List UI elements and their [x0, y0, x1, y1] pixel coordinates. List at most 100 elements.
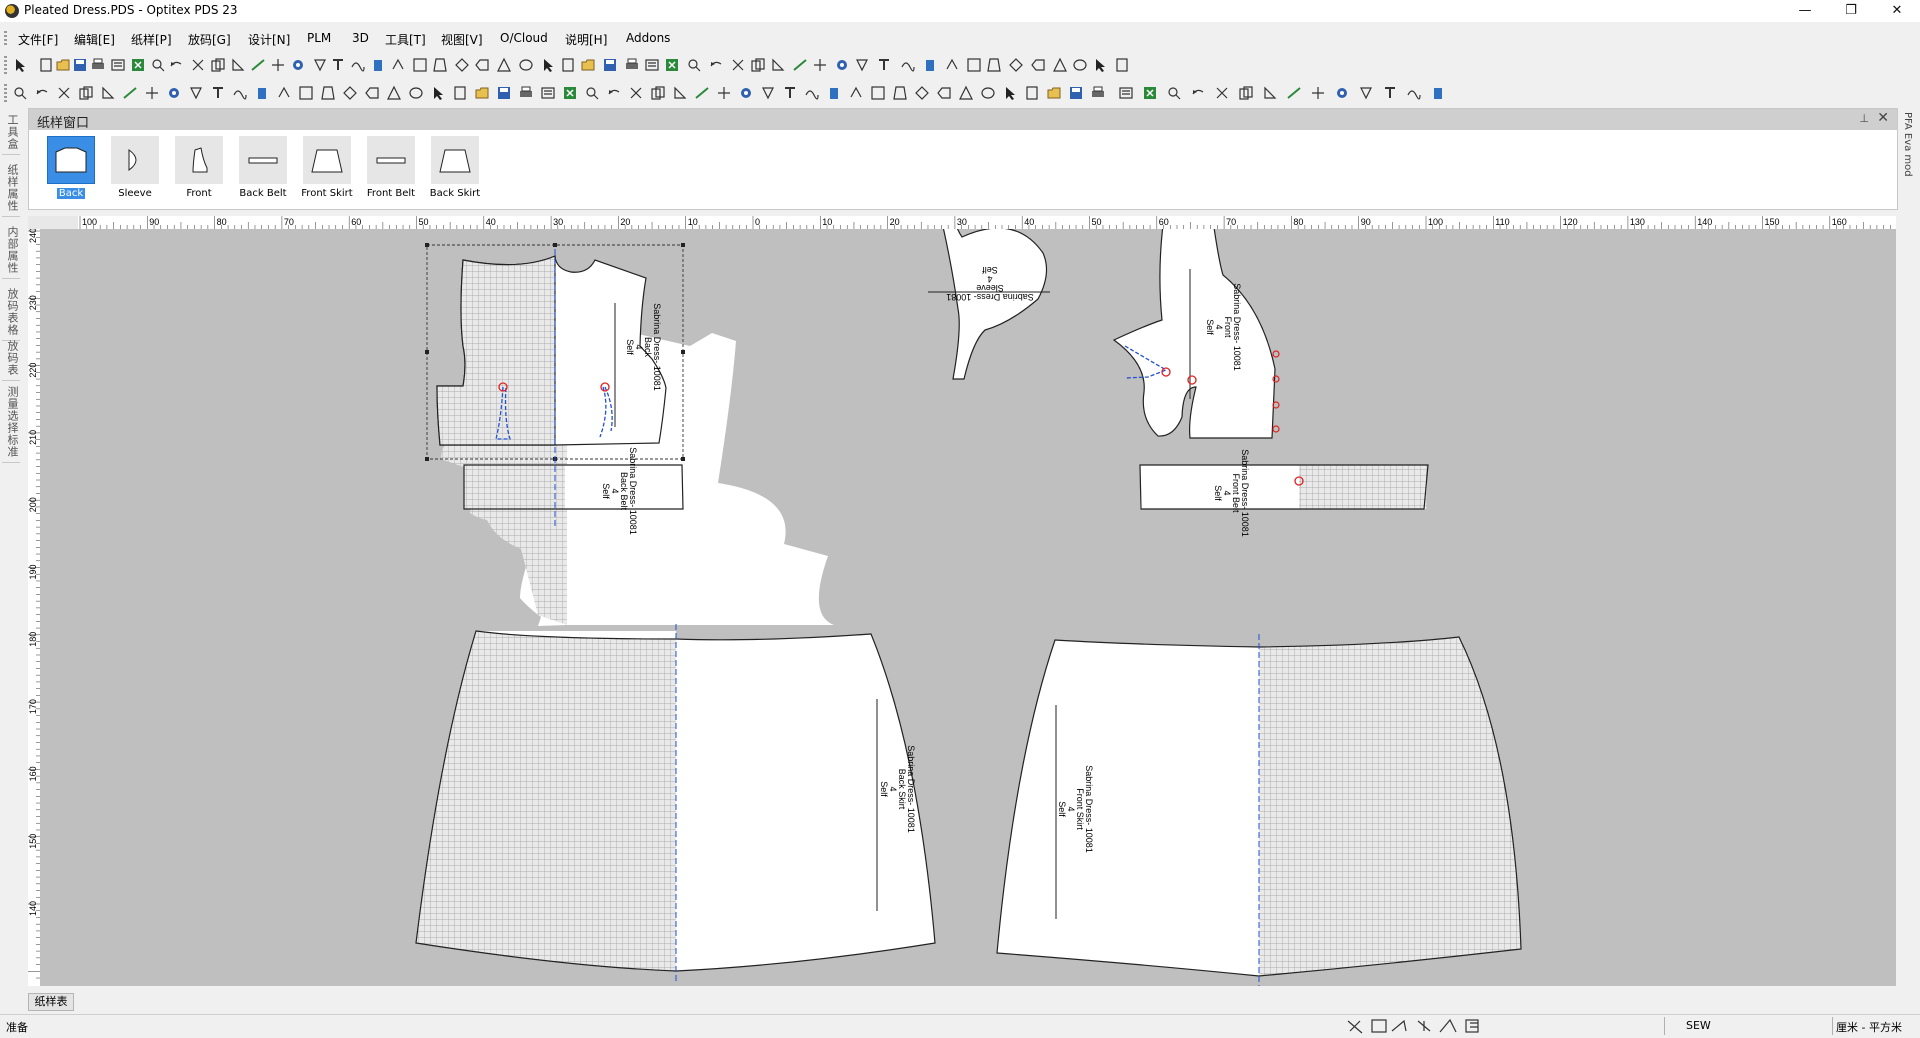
toolbar-2-tool-53-icon[interactable] — [1166, 85, 1182, 101]
toolbar-2-tool-59-icon[interactable] — [1310, 85, 1326, 101]
toolbar-2-tool-29-icon[interactable] — [628, 85, 644, 101]
toolbar-2-tool-28-icon[interactable] — [606, 85, 622, 101]
toolbar-1-tool-11-icon[interactable] — [210, 57, 226, 73]
toolbar-1-tool-39-icon[interactable] — [792, 57, 808, 73]
toolbar-1-tool-41-icon[interactable] — [834, 57, 850, 73]
toolbar-2-tool-13-icon[interactable] — [276, 85, 292, 101]
piece-thumb-front[interactable]: Front — [169, 136, 229, 204]
toolbar-2-tool-62-icon[interactable] — [1382, 85, 1398, 101]
toolbar-1-tool-22-icon[interactable] — [432, 57, 448, 73]
menu-help[interactable]: 说明[H] — [565, 31, 607, 48]
toolbar-2-tool-33-icon[interactable] — [716, 85, 732, 101]
toolbar-2-tool-11-icon[interactable] — [232, 85, 248, 101]
toolbar-1-tool-14-icon[interactable] — [270, 57, 286, 73]
toolbar-2-tool-12-icon[interactable] — [254, 85, 270, 101]
toolbar-1-tool-5-icon[interactable] — [90, 57, 106, 73]
toolbar-1-tool-9-icon[interactable] — [168, 57, 184, 73]
toolbar-1-tool-36-icon[interactable] — [730, 57, 746, 73]
maximize-button[interactable]: ❐ — [1828, 0, 1874, 22]
toolbar-1-tool-44-icon[interactable] — [900, 57, 916, 73]
toolbar-1-tool-25-icon[interactable] — [496, 57, 512, 73]
pin-icon[interactable]: ⊥ — [1859, 112, 1869, 125]
toolbar-2-tool-57-icon[interactable] — [1262, 85, 1278, 101]
toolbar-1-tool-28-icon[interactable] — [560, 57, 576, 73]
toolbar-1-tool-42-icon[interactable] — [854, 57, 870, 73]
toolbar-2-tool-10-icon[interactable] — [210, 85, 226, 101]
menu-design[interactable]: 设计[N] — [248, 31, 290, 48]
toolbar-1-tool-37-icon[interactable] — [750, 57, 766, 73]
toolbar-1-tool-21-icon[interactable] — [412, 57, 428, 73]
toolbar-2-tool-61-icon[interactable] — [1358, 85, 1374, 101]
toolbar-2-tool-51-icon[interactable] — [1118, 85, 1134, 101]
status-tool-icons[interactable] — [1344, 1017, 1504, 1035]
toolbar-1-tool-38-icon[interactable] — [770, 57, 786, 73]
tab-measure-select[interactable]: 测量选择标准 — [2, 386, 20, 463]
right-dock-tab[interactable]: PFA Eva mod — [1898, 108, 1920, 308]
piece-thumb-front-belt[interactable]: Front Belt — [361, 136, 421, 204]
toolbar-1-tool-17-icon[interactable] — [330, 57, 346, 73]
menu-addons[interactable]: Addons — [626, 31, 670, 45]
toolbar-1-tool-30-icon[interactable] — [602, 57, 618, 73]
toolbar-2-tool-2-icon[interactable] — [34, 85, 50, 101]
piece-thumb-back-belt[interactable]: Back Belt — [233, 136, 293, 204]
piece-thumb-back[interactable]: Back — [41, 136, 101, 204]
toolbar-2-tool-31-icon[interactable] — [672, 85, 688, 101]
toolbar-2-tool-38-icon[interactable] — [826, 85, 842, 101]
toolbar-1-tool-35-icon[interactable] — [708, 57, 724, 73]
toolbar-1-tool-2-icon[interactable] — [38, 57, 54, 73]
toolbar-1-tool-46-icon[interactable] — [944, 57, 960, 73]
toolbar-2-tool-47-icon[interactable] — [1024, 85, 1040, 101]
menu-file[interactable]: 文件[F] — [18, 31, 58, 48]
toolbar-1-tool-33-icon[interactable] — [664, 57, 680, 73]
toolbar-2-tool-7-icon[interactable] — [144, 85, 160, 101]
toolbar-2-tool-49-icon[interactable] — [1068, 85, 1084, 101]
toolbar-1-tool-48-icon[interactable] — [986, 57, 1002, 73]
toolbar-1-tool-29-icon[interactable] — [580, 57, 596, 73]
menu-3d[interactable]: 3D — [352, 31, 369, 45]
toolbar-1-tool-16-icon[interactable] — [312, 57, 328, 73]
toolbar-2-tool-58-icon[interactable] — [1286, 85, 1302, 101]
front-skirt-piece[interactable]: Sabrina Dress- 10081 Front Skirt 4 Self — [996, 634, 1522, 986]
toolbar-2-tool-39-icon[interactable] — [848, 85, 864, 101]
toolbar-1-tool-4-icon[interactable] — [72, 57, 88, 73]
toolbar-2-tool-60-icon[interactable] — [1334, 85, 1350, 101]
tab-grade-table[interactable]: 放码表 — [2, 340, 20, 381]
toolbar-1-tool-31-icon[interactable] — [624, 57, 640, 73]
toolbar-1-tool-8-icon[interactable] — [150, 57, 166, 73]
toolbar-1-tool-19-icon[interactable] — [370, 57, 386, 73]
toolbar-2-tool-21-icon[interactable] — [452, 85, 468, 101]
back-skirt-piece[interactable]: Sabrina Dress- 10081 Back Skirt 4 Self — [415, 624, 936, 981]
toolbar-2-tool-35-icon[interactable] — [760, 85, 776, 101]
toolbar-2-tool-16-icon[interactable] — [342, 85, 358, 101]
toolbar-2-tool-23-icon[interactable] — [496, 85, 512, 101]
menu-ocloud[interactable]: O/Cloud — [500, 31, 548, 45]
toolbar-2-tool-36-icon[interactable] — [782, 85, 798, 101]
toolbar-2-tool-27-icon[interactable] — [584, 85, 600, 101]
toolbar-2-tool-37-icon[interactable] — [804, 85, 820, 101]
toolbar-1-tool-52-icon[interactable] — [1072, 57, 1088, 73]
toolbar-1-tool-53-icon[interactable] — [1092, 57, 1108, 73]
toolbar-1-tool-7-icon[interactable] — [130, 57, 146, 73]
toolbar-2-tool-52-icon[interactable] — [1142, 85, 1158, 101]
toolbar-2-tool-42-icon[interactable] — [914, 85, 930, 101]
toolbar-1-tool-3-icon[interactable] — [55, 57, 71, 73]
toolbar-2-tool-41-icon[interactable] — [892, 85, 908, 101]
toolbar-2-tool-8-icon[interactable] — [166, 85, 182, 101]
toolbar-1-tool-45-icon[interactable] — [922, 57, 938, 73]
toolbar-2-tool-45-icon[interactable] — [980, 85, 996, 101]
toolbar-2-tool-30-icon[interactable] — [650, 85, 666, 101]
toolbar-2-tool-55-icon[interactable] — [1214, 85, 1230, 101]
toolbar-1-tool-26-icon[interactable] — [518, 57, 534, 73]
toolbar-2-tool-3-icon[interactable] — [56, 85, 72, 101]
piece-table-tab[interactable]: 纸样表 — [28, 993, 74, 1011]
toolbar-1-tool-23-icon[interactable] — [454, 57, 470, 73]
toolbar-1-tool-47-icon[interactable] — [966, 57, 982, 73]
minimize-button[interactable]: — — [1782, 0, 1828, 22]
toolbar-2-tool-4-icon[interactable] — [78, 85, 94, 101]
toolbar-2-tool-19-icon[interactable] — [408, 85, 424, 101]
toolbar-2-tool-9-icon[interactable] — [188, 85, 204, 101]
toolbar-2-tool-15-icon[interactable] — [320, 85, 336, 101]
piece-thumb-front-skirt[interactable]: Front Skirt — [297, 136, 357, 204]
toolbar-2-tool-6-icon[interactable] — [122, 85, 138, 101]
sleeve-piece[interactable]: Sabrina Dress- 10081 Sleeve 4 Self — [928, 229, 1050, 380]
